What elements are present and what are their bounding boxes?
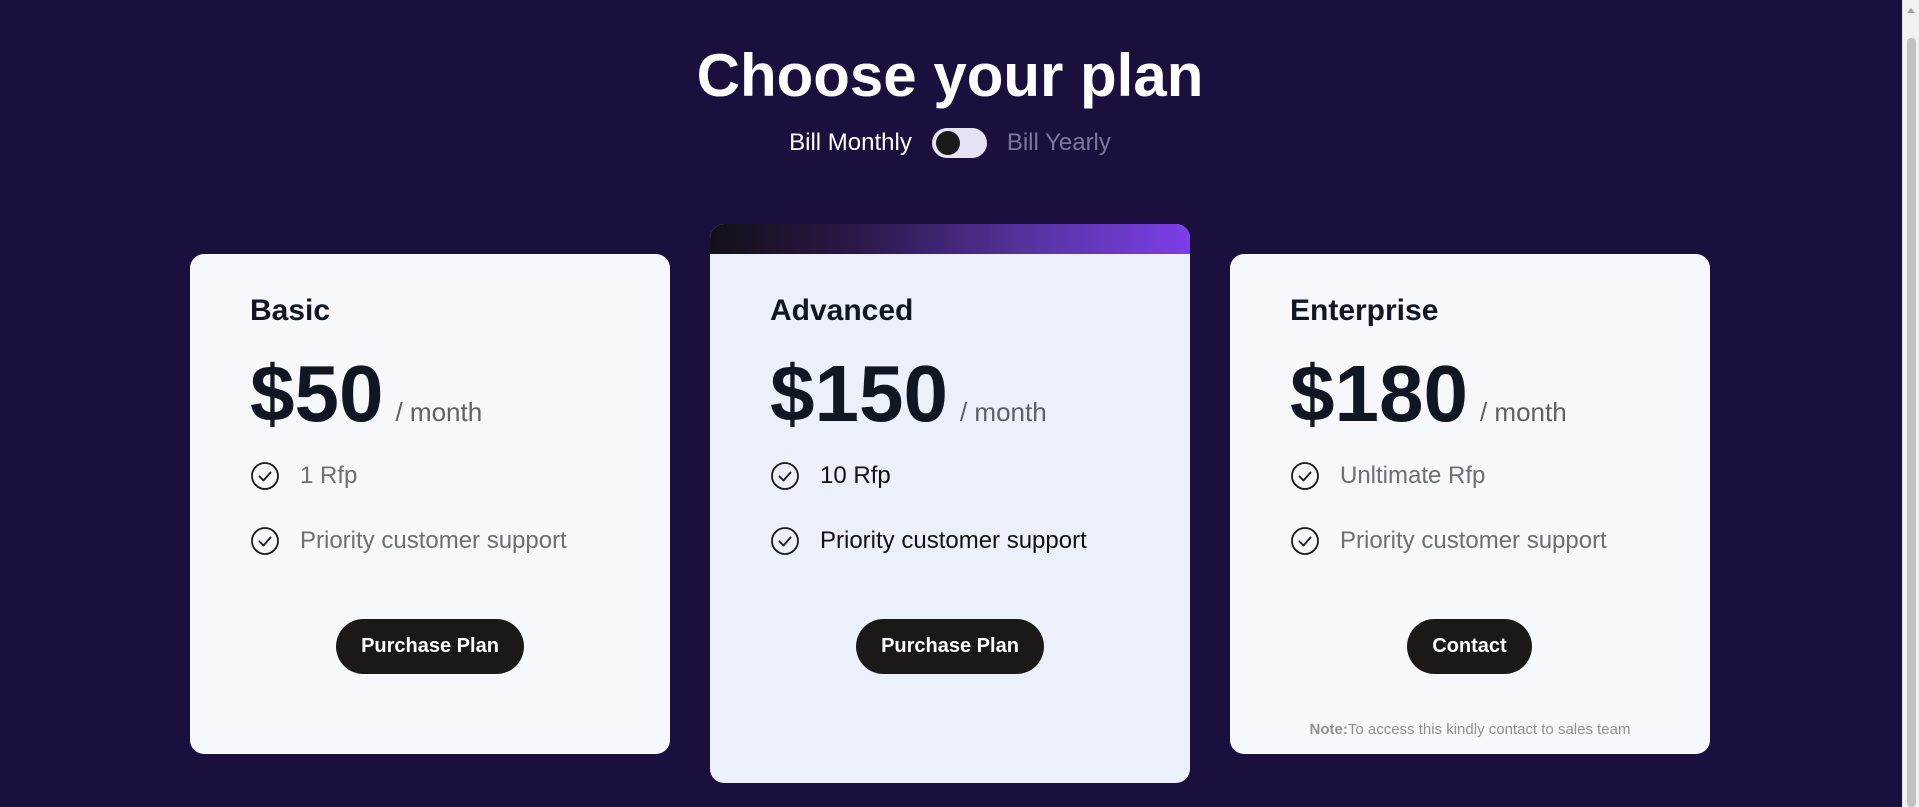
feature-label: Priority customer support [820, 527, 1087, 554]
feature-item: 10 Rfp [770, 461, 891, 491]
feature-item: Unltimate Rfp [1290, 461, 1485, 491]
price-row: $50 / month [250, 354, 482, 434]
plan-price: $150 [770, 349, 948, 438]
check-circle-icon [1291, 527, 1319, 555]
check-circle-icon [1291, 462, 1319, 490]
billing-toggle-switch[interactable] [931, 128, 987, 158]
plan-price: $50 [250, 349, 384, 438]
highlight-gradient-bar [710, 224, 1190, 254]
price-period: / month [1479, 397, 1567, 427]
page-title: Choose your plan [696, 42, 1204, 109]
scroll-up-arrow-icon[interactable] [1907, 8, 1915, 13]
plan-card-enterprise: Enterprise $180 / month Unltimate Rfp Pr… [1230, 254, 1710, 754]
plan-card-basic: Basic $50 / month 1 Rfp Priority custome… [190, 254, 670, 754]
feature-label: 1 Rfp [300, 462, 358, 489]
check-circle-icon [771, 527, 799, 555]
contact-button[interactable]: Contact [1407, 619, 1532, 674]
plan-card-advanced: Advanced $150 / month 10 Rfp Priority cu… [710, 224, 1190, 783]
price-row: $150 / month [770, 354, 1047, 434]
price-period: / month [395, 397, 483, 427]
plan-price: $180 [1290, 349, 1468, 438]
vertical-scrollbar[interactable] [1902, 0, 1919, 807]
price-row: $180 / month [1290, 354, 1567, 434]
note-label: Note: [1309, 721, 1348, 738]
check-circle-icon [771, 462, 799, 490]
feature-label: 10 Rfp [820, 462, 891, 489]
purchase-plan-button[interactable]: Purchase Plan [336, 619, 524, 674]
plan-name: Enterprise [1290, 294, 1439, 327]
bill-monthly-label[interactable]: Bill Monthly [789, 129, 912, 157]
note-text: To access this kindly contact to sales t… [1347, 721, 1631, 738]
purchase-plan-button[interactable]: Purchase Plan [856, 619, 1044, 674]
price-period: / month [959, 397, 1047, 427]
check-circle-icon [251, 462, 279, 490]
scrollbar-thumb[interactable] [1907, 38, 1916, 807]
pricing-page: Choose your plan Bill Monthly Bill Yearl… [0, 0, 1919, 807]
feature-item: Priority customer support [1290, 526, 1607, 556]
toggle-knob [935, 131, 960, 155]
plan-name: Basic [250, 294, 331, 327]
feature-item: Priority customer support [250, 526, 567, 556]
feature-label: Unltimate Rfp [1340, 462, 1486, 489]
billing-toggle-row: Bill Monthly Bill Yearly [0, 128, 1900, 158]
bill-yearly-label[interactable]: Bill Yearly [1007, 129, 1111, 157]
feature-item: Priority customer support [770, 526, 1087, 556]
sales-note: Note:To access this kindly contact to sa… [1230, 721, 1710, 738]
feature-item: 1 Rfp [250, 461, 357, 491]
feature-label: Priority customer support [1340, 527, 1607, 554]
feature-label: Priority customer support [300, 527, 567, 554]
check-circle-icon [251, 527, 279, 555]
plan-name: Advanced [770, 294, 914, 327]
